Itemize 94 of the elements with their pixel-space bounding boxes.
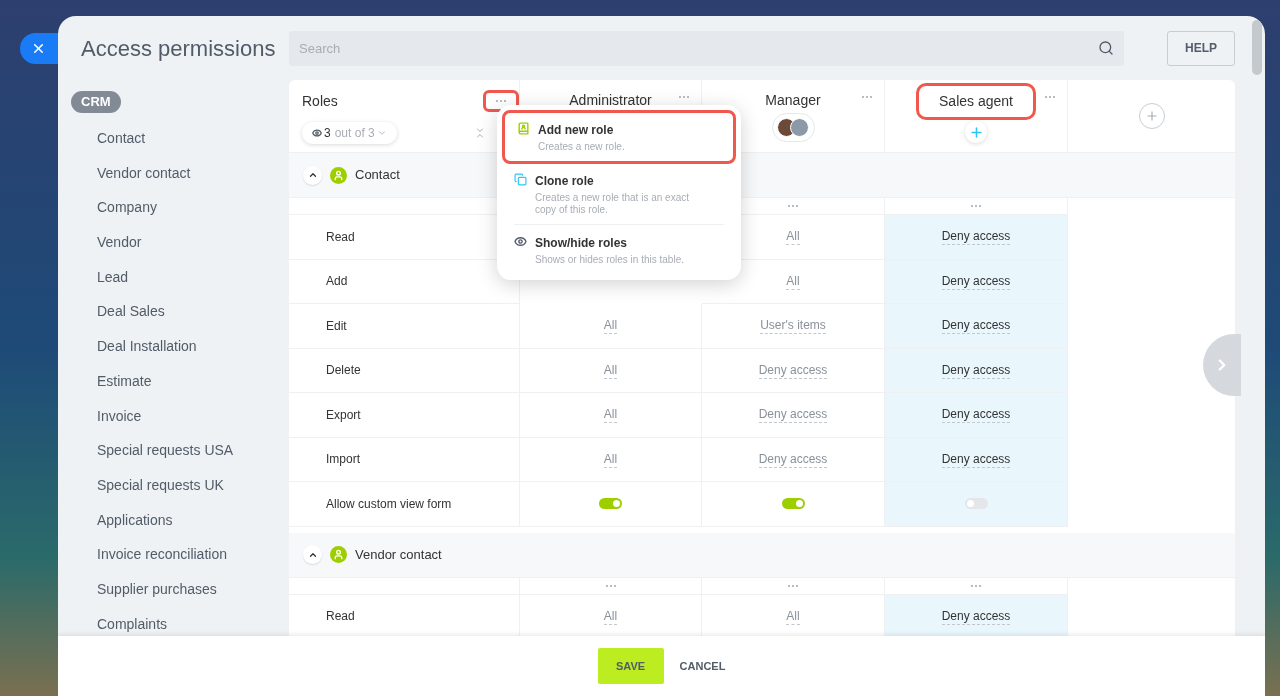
role-name[interactable]: Sales agent xyxy=(916,83,1036,120)
collapse-button[interactable] xyxy=(303,545,322,564)
sidebar-item[interactable]: Supplier purchases xyxy=(97,580,217,598)
permission-value[interactable]: Deny access xyxy=(941,607,1011,625)
person-icon xyxy=(330,546,347,563)
toggle-switch[interactable] xyxy=(781,498,805,510)
permission-value[interactable]: All xyxy=(603,607,618,625)
permission-label: Allow custom view form xyxy=(326,495,452,513)
menu-item[interactable]: Add new role Creates a new role. xyxy=(502,110,736,164)
more-icon[interactable] xyxy=(678,95,690,99)
cancel-button[interactable]: CANCEL xyxy=(679,657,726,675)
permission-value[interactable]: Deny access xyxy=(941,317,1011,335)
menu-item[interactable]: Clone role Creates a new role that is an exact copy of this role. xyxy=(502,164,736,224)
roles-filter[interactable]: 3 out of 3 xyxy=(302,122,397,144)
more-icon[interactable] xyxy=(495,99,507,103)
menu-item-title: Add new role xyxy=(538,122,615,139)
search-icon[interactable] xyxy=(1098,39,1114,56)
more-icon[interactable] xyxy=(787,583,799,588)
permission-value[interactable]: All xyxy=(786,272,800,290)
permission-value[interactable]: All xyxy=(786,228,800,246)
sidebar-item[interactable]: Invoice xyxy=(97,407,142,425)
sidebar-item[interactable]: Special requests USA xyxy=(97,442,234,460)
sidebar-item[interactable]: Applications xyxy=(97,511,173,529)
sidebar-item[interactable]: Deal Sales xyxy=(97,303,165,321)
eye-icon xyxy=(312,128,322,138)
permission-value[interactable]: Deny access xyxy=(941,450,1011,468)
copy-icon xyxy=(514,173,527,186)
permission-value[interactable]: Deny access xyxy=(758,361,828,379)
permission-label: Edit xyxy=(326,317,347,335)
more-icon[interactable] xyxy=(1044,95,1056,99)
permission-label: Delete xyxy=(326,362,361,380)
sidebar-item[interactable]: Company xyxy=(97,199,157,217)
add-member-button[interactable] xyxy=(965,121,987,143)
close-icon[interactable] xyxy=(31,41,46,56)
permission-value[interactable]: Deny access xyxy=(941,272,1011,290)
help-button[interactable]: HELP xyxy=(1167,30,1235,66)
permission-value[interactable]: All xyxy=(603,406,618,424)
sidebar-item[interactable]: Special requests UK xyxy=(97,476,224,494)
group-label: CRM xyxy=(71,91,121,113)
permission-label: Read xyxy=(326,608,355,626)
menu-item-description: Creates a new role. xyxy=(538,141,626,153)
collapse-button[interactable] xyxy=(303,165,322,185)
permission-label: Add xyxy=(326,273,348,291)
permission-value[interactable]: All xyxy=(603,450,618,468)
permission-value[interactable]: Deny access xyxy=(941,406,1011,424)
permission-value[interactable]: Deny access xyxy=(758,406,828,424)
permission-label: Export xyxy=(326,406,361,424)
sidebar-item[interactable]: Lead xyxy=(97,268,129,286)
sidebar-item[interactable]: Estimate xyxy=(97,372,152,390)
permission-label: Read xyxy=(326,228,355,246)
sidebar-item[interactable]: Vendor xyxy=(97,234,142,252)
plus-icon xyxy=(1144,109,1159,123)
permission-value[interactable]: Deny access xyxy=(941,228,1011,246)
chevron-up-icon xyxy=(307,170,318,180)
permission-value[interactable]: All xyxy=(603,317,618,335)
eye-icon xyxy=(514,235,527,248)
menu-item[interactable]: Show/hide roles Shows or hides roles in this table. xyxy=(507,225,731,275)
permission-value[interactable]: All xyxy=(786,607,800,625)
window-title: Access permissions xyxy=(81,34,277,63)
section-title: Contact xyxy=(355,166,400,185)
sidebar-item[interactable]: Complaints xyxy=(97,615,168,633)
role-name[interactable]: Manager xyxy=(745,89,841,112)
more-icon[interactable] xyxy=(970,583,982,588)
more-icon[interactable] xyxy=(861,95,873,99)
menu-item-title: Show/hide roles xyxy=(535,235,628,252)
search-field[interactable]: Search xyxy=(289,30,1124,66)
column-header: Roles xyxy=(302,91,338,111)
scroll-right-button[interactable] xyxy=(1203,334,1241,396)
sidebar-item[interactable]: Vendor contact xyxy=(97,164,191,182)
sidebar-item[interactable]: Invoice reconciliation xyxy=(97,546,227,564)
collapse-icon[interactable] xyxy=(474,127,486,139)
permission-value[interactable]: Deny access xyxy=(758,450,828,468)
menu-item-description: Creates a new role that is an exact copy of this role. xyxy=(535,192,690,216)
menu-item-description: Shows or hides roles in this table. xyxy=(535,254,685,266)
contact-book-icon xyxy=(517,122,530,135)
more-icon[interactable] xyxy=(970,204,982,208)
menu-item-title: Clone role xyxy=(535,173,595,190)
section-title: Vendor contact xyxy=(355,545,442,564)
sidebar-item[interactable]: Deal Installation xyxy=(97,338,197,356)
permission-value[interactable]: User's items xyxy=(760,317,826,335)
save-button[interactable]: SAVE xyxy=(597,648,664,684)
more-icon[interactable] xyxy=(787,204,799,208)
toggle-switch[interactable] xyxy=(599,498,622,510)
plus-icon xyxy=(968,124,984,140)
chevron-down-icon xyxy=(376,128,387,138)
scrollbar[interactable] xyxy=(1252,20,1262,75)
permission-value[interactable]: Deny access xyxy=(941,361,1011,379)
permission-label: Import xyxy=(326,451,360,469)
toggle-switch[interactable] xyxy=(964,498,988,510)
person-icon xyxy=(330,166,347,184)
more-icon[interactable] xyxy=(604,583,617,588)
sidebar-item[interactable]: Contact xyxy=(97,130,146,147)
avatar xyxy=(790,118,809,137)
permission-value[interactable]: All xyxy=(603,361,618,379)
